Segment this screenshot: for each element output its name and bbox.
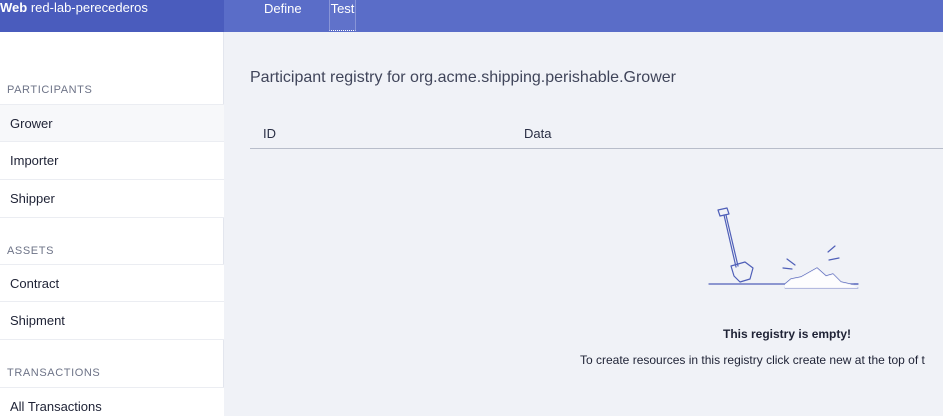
column-header-id: ID bbox=[263, 126, 276, 141]
registry-table-header: ID Data bbox=[250, 122, 943, 149]
sidebar-item-shipper[interactable]: Shipper bbox=[0, 180, 224, 218]
sidebar-item-grower[interactable]: Grower bbox=[0, 104, 224, 142]
tab-test-label: Test bbox=[330, 1, 355, 16]
sidebar-item-label: Shipment bbox=[10, 313, 65, 328]
sidebar-item-shipment[interactable]: Shipment bbox=[0, 302, 224, 340]
sidebar-item-label: Contract bbox=[10, 276, 60, 291]
top-header: Web red-lab-perecederos Define Test bbox=[0, 0, 943, 32]
sidebar-item-contract[interactable]: Contract bbox=[0, 264, 224, 302]
main-content: Participant registry for org.acme.shippi… bbox=[225, 32, 943, 416]
brand-bold: Web bbox=[0, 0, 28, 15]
sidebar-item-label: Importer bbox=[10, 153, 59, 168]
sidebar-item-importer[interactable]: Importer bbox=[0, 142, 224, 180]
empty-registry-shovel-icon bbox=[708, 207, 859, 289]
sidebar-item-all-transactions[interactable]: All Transactions bbox=[0, 387, 224, 416]
sidebar-item-label: Grower bbox=[10, 116, 53, 131]
brand-name: red-lab-perecederos bbox=[30, 0, 148, 15]
section-title-transactions: TRANSACTIONS bbox=[7, 367, 101, 379]
tab-define-label: Define bbox=[264, 1, 302, 16]
column-header-data: Data bbox=[524, 126, 552, 141]
page-title: Participant registry for org.acme.shippi… bbox=[250, 69, 676, 86]
sidebar: PARTICIPANTS Grower Importer Shipper ASS… bbox=[0, 32, 224, 416]
app-brand[interactable]: Web red-lab-perecederos bbox=[0, 0, 224, 32]
sidebar-item-label: All Transactions bbox=[10, 399, 102, 414]
section-title-assets: ASSETS bbox=[7, 245, 55, 257]
empty-state-description: To create resources in this registry cli… bbox=[580, 353, 925, 367]
sidebar-item-label: Shipper bbox=[10, 191, 55, 206]
tab-test[interactable]: Test bbox=[328, 0, 356, 31]
section-title-participants: PARTICIPANTS bbox=[7, 84, 93, 96]
main-nav: Define Test bbox=[224, 0, 356, 32]
empty-state-title: This registry is empty! bbox=[723, 327, 852, 341]
tab-define[interactable]: Define bbox=[264, 0, 302, 31]
